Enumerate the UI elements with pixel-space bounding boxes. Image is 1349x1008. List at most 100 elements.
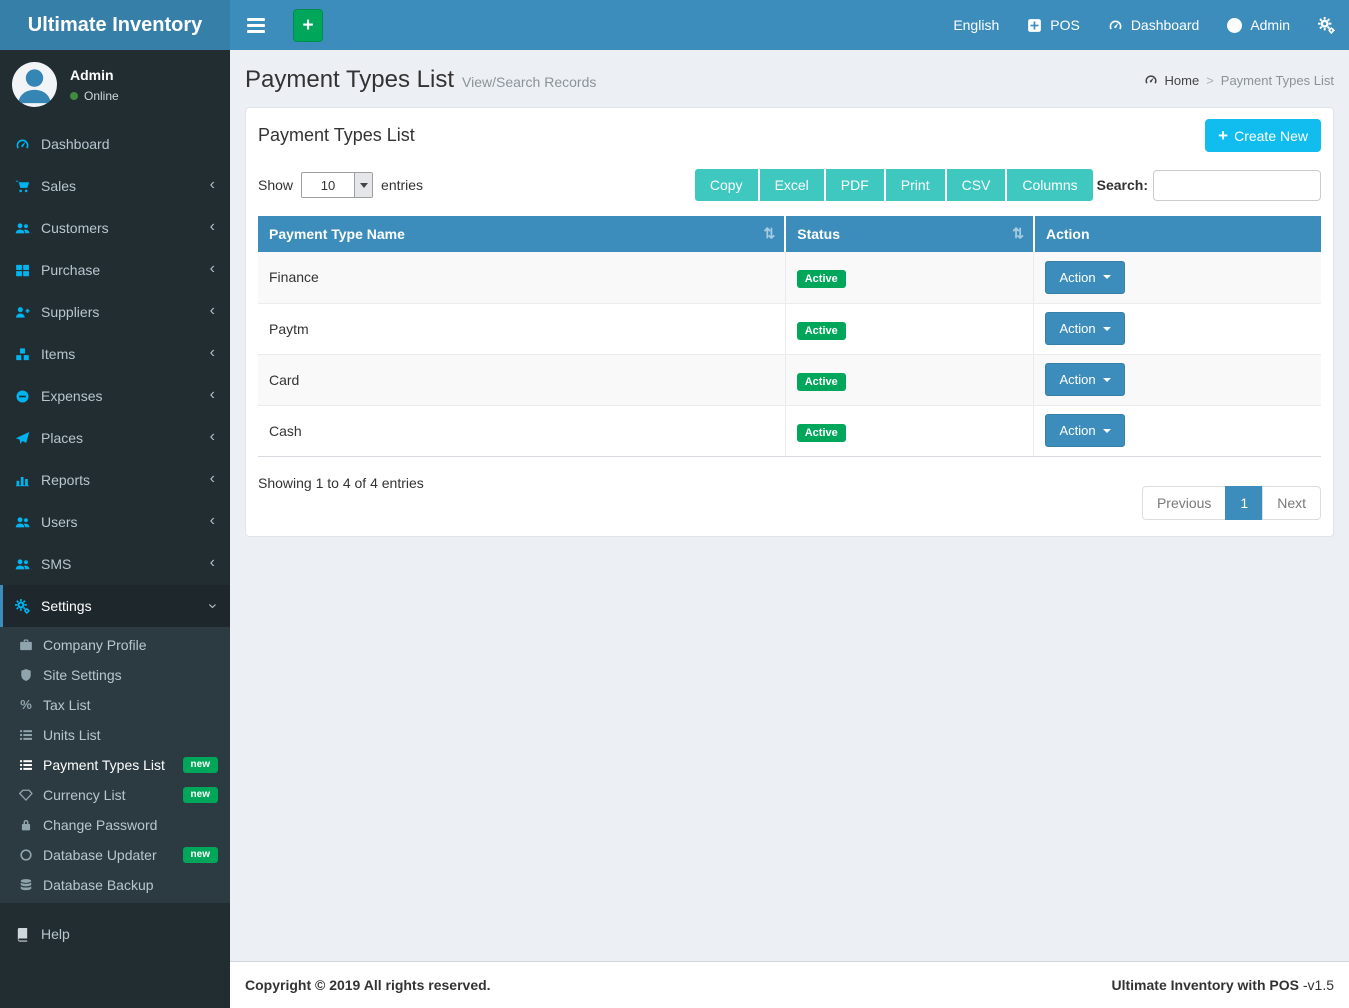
sidebar-item-label: Settings bbox=[41, 598, 199, 614]
column-header-payment-type-name[interactable]: Payment Type Name⇅ bbox=[258, 216, 785, 252]
pdf-button[interactable]: PDF bbox=[826, 169, 884, 201]
sidebar-item-suppliers[interactable]: Suppliers‹ bbox=[0, 291, 230, 333]
settings-menu[interactable] bbox=[1304, 0, 1349, 50]
previous-page-button[interactable]: Previous bbox=[1142, 486, 1226, 520]
print-button[interactable]: Print bbox=[886, 169, 945, 201]
columns-button[interactable]: Columns bbox=[1007, 169, 1092, 201]
sidebar-subitem-company-profile[interactable]: Company Profile bbox=[0, 630, 230, 660]
sidebar-subitem-payment-types-list[interactable]: Payment Types Listnew bbox=[0, 750, 230, 780]
table-row: FinanceActiveAction bbox=[258, 252, 1321, 303]
status-badge: Active bbox=[797, 322, 846, 340]
sidebar-item-label: Reports bbox=[41, 472, 199, 488]
circle-o-icon bbox=[19, 848, 33, 862]
action-dropdown-button[interactable]: Action bbox=[1045, 414, 1124, 447]
sidebar-subitem-label: Payment Types List bbox=[43, 757, 165, 773]
column-header-status[interactable]: Status⇅ bbox=[785, 216, 1034, 252]
action-cell: Action bbox=[1034, 303, 1321, 354]
sidebar-item-expenses[interactable]: Expenses ‹ bbox=[0, 375, 230, 417]
sidebar-subitem-currency-list[interactable]: Currency Listnew bbox=[0, 780, 230, 810]
excel-button[interactable]: Excel bbox=[760, 169, 824, 201]
user-menu[interactable]: Admin bbox=[1213, 0, 1304, 50]
avatar bbox=[12, 62, 57, 107]
sidebar-item-users[interactable]: Users ‹ bbox=[0, 501, 230, 543]
chevron-left-icon: ‹ bbox=[210, 219, 215, 235]
chevron-left-icon: ‹ bbox=[210, 261, 215, 277]
sidebar-item-sales[interactable]: Sales‹ bbox=[0, 165, 230, 207]
sidebar-subitem-units-list[interactable]: Units List bbox=[0, 720, 230, 750]
tachometer-icon bbox=[1108, 18, 1123, 33]
search-label: Search: bbox=[1097, 177, 1148, 193]
payment-type-name-cell: Cash bbox=[258, 405, 785, 456]
chevron-down-icon: ‹ bbox=[204, 603, 220, 608]
page-1-button[interactable]: 1 bbox=[1225, 486, 1263, 520]
dashboard-label: Dashboard bbox=[1131, 17, 1200, 33]
sidebar-item-reports[interactable]: Reports‹ bbox=[0, 459, 230, 501]
next-page-button[interactable]: Next bbox=[1262, 486, 1321, 520]
action-dropdown-button[interactable]: Action bbox=[1045, 363, 1124, 396]
language-menu[interactable]: English bbox=[939, 0, 1013, 50]
online-status-label: Online bbox=[84, 89, 119, 103]
chevron-left-icon: ‹ bbox=[210, 513, 215, 529]
gears-icon bbox=[1318, 17, 1335, 34]
table-body: FinanceActiveActionPaytmActiveActionCard… bbox=[258, 252, 1321, 456]
payment-type-name-cell: Card bbox=[258, 354, 785, 405]
users-icon bbox=[15, 557, 30, 572]
database-icon bbox=[19, 878, 33, 892]
quick-add-button[interactable]: + bbox=[293, 9, 323, 42]
sidebar-item-sms[interactable]: SMS‹ bbox=[0, 543, 230, 585]
sidebar-subitem-change-password[interactable]: Change Password bbox=[0, 810, 230, 840]
briefcase-icon bbox=[19, 638, 33, 652]
entries-label: entries bbox=[381, 177, 423, 193]
dashboard-link[interactable]: Dashboard bbox=[1094, 0, 1214, 50]
plus-square-icon bbox=[1027, 18, 1042, 33]
table-row: CardActive Action bbox=[258, 354, 1321, 405]
sidebar-subitem-label: Currency List bbox=[43, 787, 125, 803]
select-arrow-icon bbox=[354, 173, 372, 197]
app-logo[interactable]: Ultimate Inventory bbox=[0, 0, 230, 50]
sidebar-item-label: Items bbox=[41, 346, 199, 362]
sidebar-item-settings[interactable]: Settings ‹ bbox=[0, 585, 230, 627]
sidebar-item-customers[interactable]: Customers‹ bbox=[0, 207, 230, 249]
sidebar-user-name: Admin bbox=[70, 67, 119, 83]
create-new-button[interactable]: + Create New bbox=[1205, 119, 1321, 152]
page-subtitle: View/Search Records bbox=[462, 74, 596, 90]
copy-button[interactable]: Copy bbox=[695, 169, 758, 201]
sidebar-item-label: Places bbox=[41, 430, 199, 446]
search-input[interactable] bbox=[1153, 170, 1321, 201]
sidebar-subitem-site-settings[interactable]: Site Settings bbox=[0, 660, 230, 690]
sidebar-subitem-label: Tax List bbox=[43, 697, 90, 713]
action-dropdown-button[interactable]: Action bbox=[1045, 261, 1124, 294]
pos-link[interactable]: POS bbox=[1013, 0, 1094, 50]
sidebar-subitem-database-updater[interactable]: Database Updaternew bbox=[0, 840, 230, 870]
sidebar-item-help[interactable]: Help bbox=[0, 913, 230, 955]
grid-icon bbox=[15, 263, 30, 278]
page-size-select[interactable]: 10 bbox=[301, 172, 373, 198]
table-row: CashActiveAction bbox=[258, 405, 1321, 456]
minus-circle-icon bbox=[15, 389, 30, 404]
chevron-left-icon: ‹ bbox=[210, 387, 215, 403]
sidebar-item-label: Users bbox=[41, 514, 199, 530]
sidebar-menu: DashboardSales‹Customers‹Purchase‹Suppli… bbox=[0, 123, 230, 955]
sidebar-item-label: Expenses bbox=[41, 388, 199, 404]
show-label: Show bbox=[258, 177, 293, 193]
sidebar-subitem-tax-list[interactable]: %Tax List bbox=[0, 690, 230, 720]
status-cell: Active bbox=[785, 354, 1034, 405]
sidebar-item-purchase[interactable]: Purchase‹ bbox=[0, 249, 230, 291]
export-buttons: Copy Excel PDF Print CSV Columns bbox=[695, 169, 1093, 201]
csv-button[interactable]: CSV bbox=[947, 169, 1006, 201]
action-dropdown-button[interactable]: Action bbox=[1045, 312, 1124, 345]
caret-down-icon bbox=[1103, 429, 1111, 433]
sidebar-item-places[interactable]: Places‹ bbox=[0, 417, 230, 459]
sidebar-toggle-icon[interactable] bbox=[230, 0, 282, 50]
breadcrumb-home[interactable]: Home bbox=[1165, 73, 1200, 88]
users-icon bbox=[15, 515, 30, 530]
sidebar-item-items[interactable]: Items‹ bbox=[0, 333, 230, 375]
sidebar-item-dashboard[interactable]: Dashboard bbox=[0, 123, 230, 165]
user-label: Admin bbox=[1250, 17, 1290, 33]
product-version: -v1.5 bbox=[1303, 977, 1334, 993]
chevron-left-icon: ‹ bbox=[210, 177, 215, 193]
sidebar-subitem-database-backup[interactable]: Database Backup bbox=[0, 870, 230, 900]
column-header-action: Action bbox=[1034, 216, 1321, 252]
caret-down-icon bbox=[1103, 327, 1111, 331]
column-header-label: Action bbox=[1046, 226, 1090, 242]
